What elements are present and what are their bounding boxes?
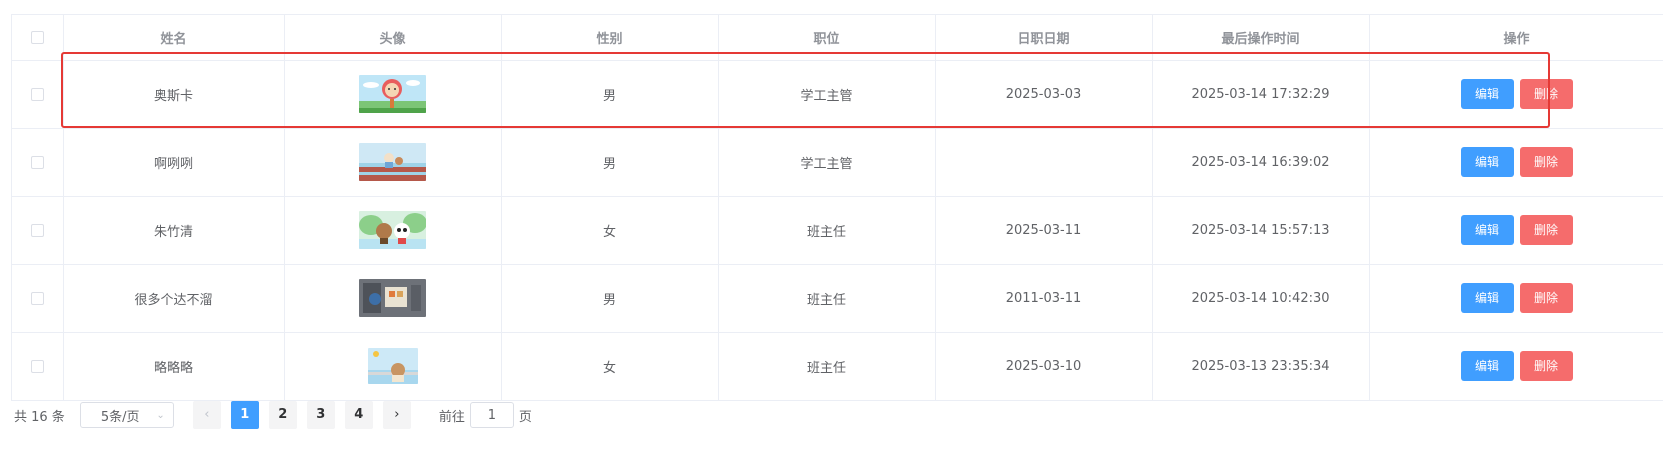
- edit-button[interactable]: 编辑: [1460, 351, 1514, 381]
- avatar: [359, 75, 426, 113]
- page-button-3[interactable]: 3: [306, 401, 335, 429]
- cell-last-op: 2025-03-14 17:32:29: [1152, 60, 1370, 129]
- table-row: 朱竹清 女 班主任 2025-03-11 2025-03-14 15:57:13…: [12, 196, 1663, 265]
- column-header-gender: 性别: [501, 15, 719, 61]
- page-size-value: 5条/页: [100, 409, 140, 425]
- column-header-actions: 操作: [1369, 15, 1663, 61]
- delete-button[interactable]: 删除: [1519, 147, 1573, 177]
- cell-entry-date: 2025-03-11: [935, 196, 1153, 265]
- delete-button[interactable]: 删除: [1519, 351, 1573, 381]
- goto-prefix: 前往: [438, 409, 465, 425]
- table-row: 很多个达不溜 男 班主任 2011-03-11 2025-03-14 10:42…: [12, 264, 1663, 333]
- goto-page: 前往 页: [439, 402, 532, 428]
- row-checkbox[interactable]: [30, 359, 44, 373]
- cell-last-op: 2025-03-13 23:35:34: [1152, 332, 1370, 401]
- column-header-avatar: 头像: [284, 15, 502, 61]
- table-row: 啊咧咧 男 学工主管 2025-03-14 16:39:02 编辑 删除: [12, 128, 1663, 197]
- delete-button[interactable]: 删除: [1519, 283, 1573, 313]
- cell-gender: 男: [501, 128, 719, 197]
- row-checkbox[interactable]: [30, 223, 44, 237]
- column-header-name: 姓名: [63, 15, 285, 61]
- chevron-right-icon: ›: [394, 407, 400, 422]
- goto-suffix: 页: [518, 409, 532, 425]
- page-button-4[interactable]: 4: [344, 401, 373, 429]
- column-header-last-op: 最后操作时间: [1152, 15, 1370, 61]
- cell-gender: 女: [501, 196, 719, 265]
- delete-button[interactable]: 删除: [1519, 79, 1573, 109]
- cell-last-op: 2025-03-14 15:57:13: [1152, 196, 1370, 265]
- chevron-left-icon: ‹: [204, 407, 210, 422]
- cell-entry-date: [935, 128, 1153, 197]
- cell-entry-date: 2011-03-11: [935, 264, 1153, 333]
- cell-position: 班主任: [718, 332, 936, 401]
- row-checkbox[interactable]: [30, 291, 44, 305]
- cell-position: 学工主管: [718, 128, 936, 197]
- table-row: 略略略 女 班主任 2025-03-10 2025-03-13 23:35:34…: [12, 332, 1663, 401]
- avatar: [367, 348, 418, 384]
- select-all-cell[interactable]: [12, 15, 64, 61]
- page-button-1[interactable]: 1: [230, 401, 259, 429]
- cell-position: 班主任: [718, 264, 936, 333]
- page-size-select[interactable]: 5条/页 ⌄: [79, 402, 174, 428]
- table-row: 奥斯卡 男 学工主管 2025-03-03 2025-03-14 17:32:2…: [12, 60, 1663, 129]
- avatar: [359, 143, 426, 181]
- edit-button[interactable]: 编辑: [1460, 79, 1514, 109]
- prev-page-button[interactable]: ‹: [192, 401, 221, 429]
- goto-page-input[interactable]: [469, 402, 514, 428]
- edit-button[interactable]: 编辑: [1460, 283, 1514, 313]
- avatar: [359, 279, 426, 317]
- data-table: 姓名 头像 性别 职位 日职日期 最后操作时间 操作 奥斯卡 男 学工主管 20…: [11, 14, 1663, 401]
- column-header-entry-date: 日职日期: [935, 15, 1153, 61]
- row-checkbox[interactable]: [30, 87, 44, 101]
- cell-gender: 男: [501, 264, 719, 333]
- cell-entry-date: 2025-03-03: [935, 60, 1153, 129]
- avatar: [359, 211, 426, 249]
- total-count: 共 16 条: [14, 409, 65, 425]
- cell-name: 奥斯卡: [63, 60, 285, 129]
- cell-entry-date: 2025-03-10: [935, 332, 1153, 401]
- cell-position: 学工主管: [718, 60, 936, 129]
- cell-gender: 女: [501, 332, 719, 401]
- cell-name: 略略略: [63, 332, 285, 401]
- cell-position: 班主任: [718, 196, 936, 265]
- cell-name: 很多个达不溜: [63, 264, 285, 333]
- cell-name: 朱竹清: [63, 196, 285, 265]
- edit-button[interactable]: 编辑: [1460, 147, 1514, 177]
- cell-last-op: 2025-03-14 16:39:02: [1152, 128, 1370, 197]
- cell-last-op: 2025-03-14 10:42:30: [1152, 264, 1370, 333]
- page-button-2[interactable]: 2: [268, 401, 297, 429]
- column-header-position: 职位: [718, 15, 936, 61]
- edit-button[interactable]: 编辑: [1460, 215, 1514, 245]
- next-page-button[interactable]: ›: [382, 401, 411, 429]
- chevron-down-icon: ⌄: [156, 409, 165, 421]
- cell-name: 啊咧咧: [63, 128, 285, 197]
- row-checkbox[interactable]: [30, 155, 44, 169]
- select-all-checkbox[interactable]: [30, 30, 44, 44]
- table-header-row: 姓名 头像 性别 职位 日职日期 最后操作时间 操作: [12, 15, 1663, 61]
- cell-gender: 男: [501, 60, 719, 129]
- delete-button[interactable]: 删除: [1519, 215, 1573, 245]
- pagination: 共 16 条 5条/页 ⌄ ‹ 1 2 3 4 › 前往 页: [14, 401, 532, 429]
